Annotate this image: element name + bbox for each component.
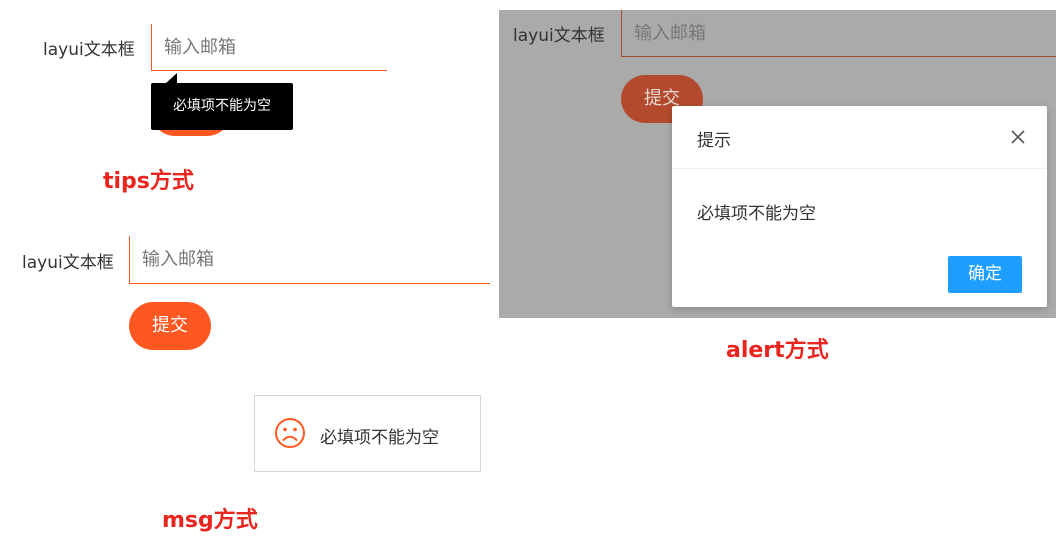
msg-caption: msg方式 — [162, 508, 258, 533]
alert-email-input[interactable] — [621, 10, 1056, 57]
alert-field-label: layui文本框 — [513, 26, 605, 46]
dialog-title: 提示 — [697, 131, 731, 151]
dialog-message: 必填项不能为空 — [697, 204, 816, 224]
close-icon[interactable] — [1009, 128, 1027, 146]
msg-field-label: layui文本框 — [22, 253, 114, 273]
msg-text: 必填项不能为空 — [320, 428, 439, 448]
dialog-divider — [672, 168, 1047, 169]
msg-popup: 必填项不能为空 — [254, 395, 481, 472]
tips-field-label: layui文本框 — [43, 40, 135, 60]
tips-tooltip: 必填项不能为空 — [151, 83, 293, 130]
confirm-button[interactable]: 确定 — [948, 256, 1022, 293]
msg-submit-button[interactable]: 提交 — [129, 302, 211, 350]
tips-email-input[interactable] — [151, 24, 387, 71]
msg-email-input[interactable] — [129, 236, 490, 284]
tips-caption: tips方式 — [103, 169, 194, 194]
alert-dialog: 提示 必填项不能为空 确定 — [672, 106, 1047, 307]
alert-caption: alert方式 — [726, 338, 829, 363]
sad-face-icon — [274, 417, 306, 449]
